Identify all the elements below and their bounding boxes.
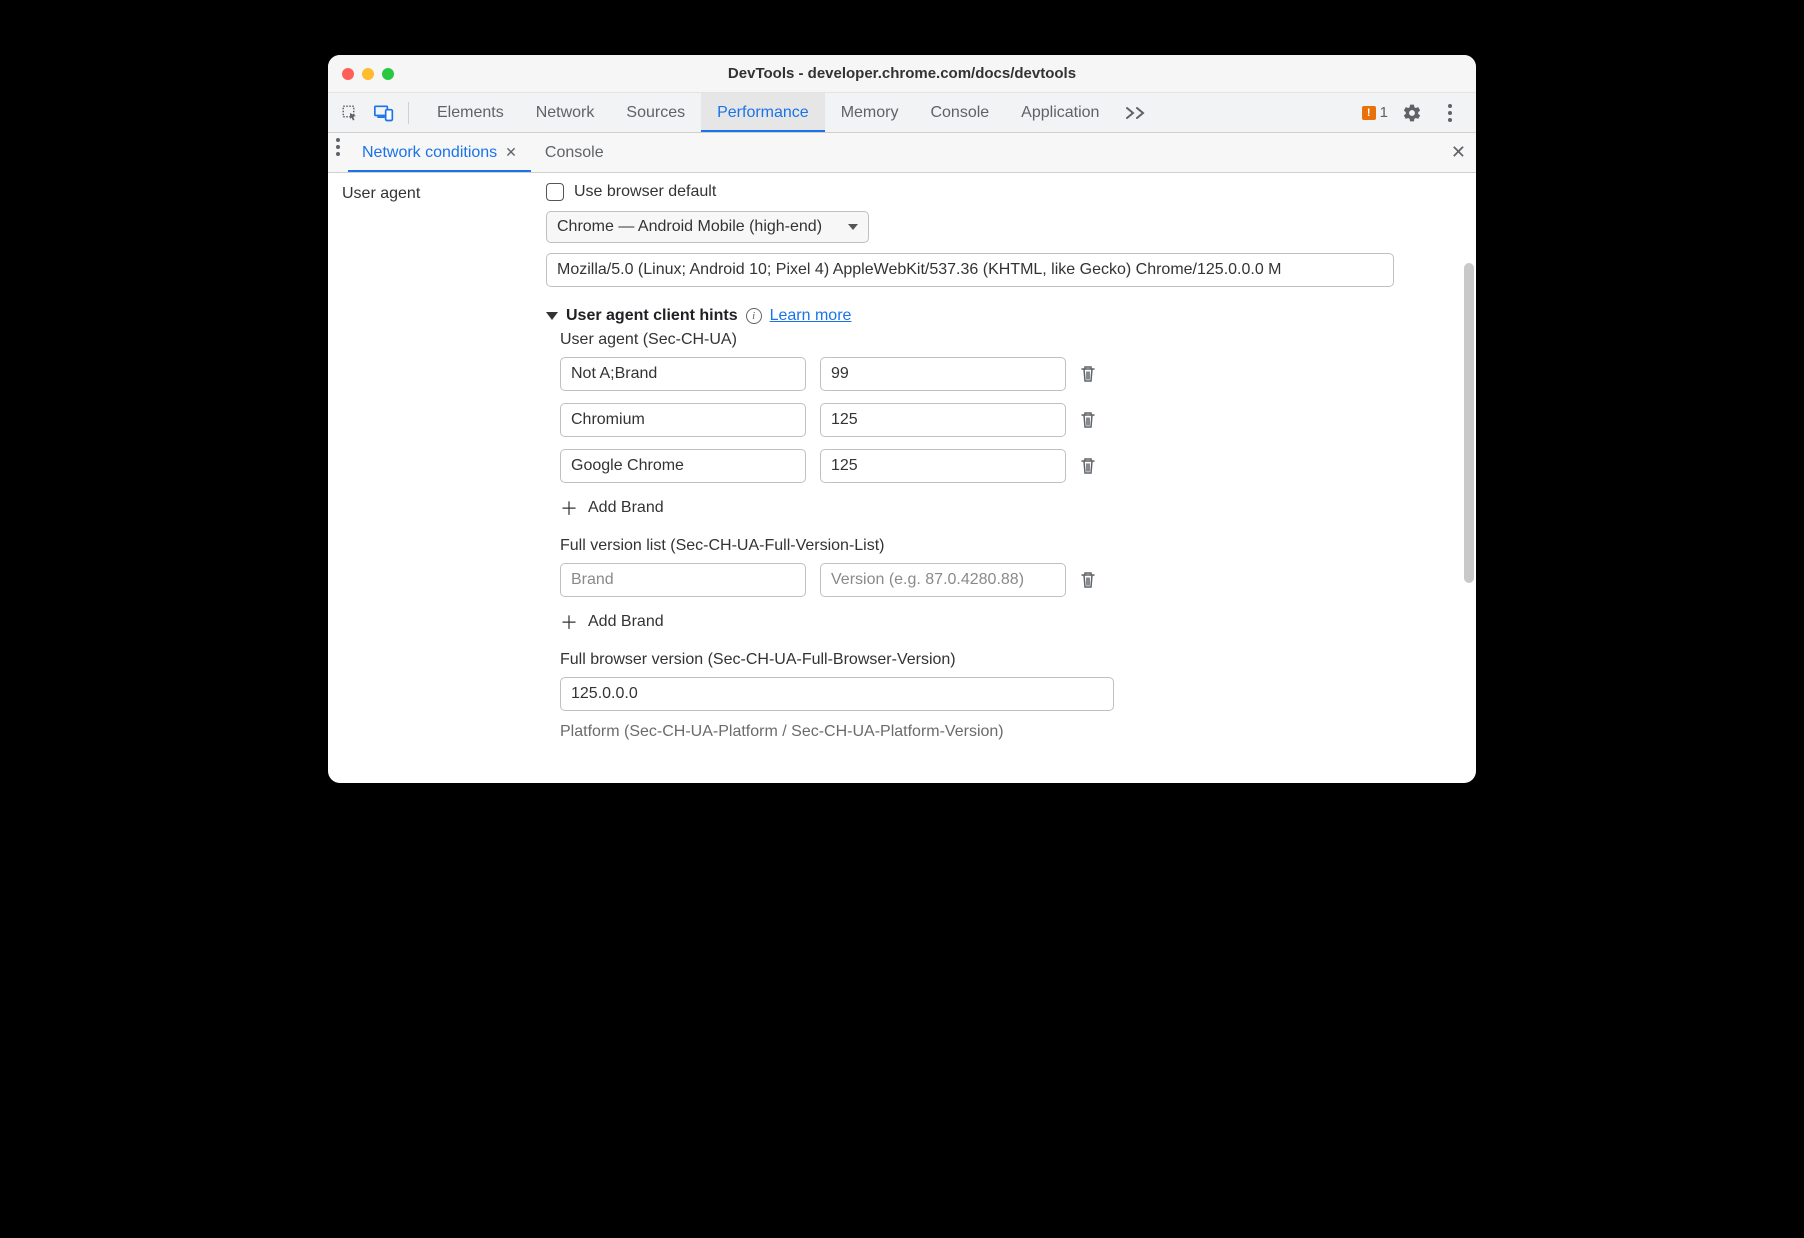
sec-ch-ua-label: User agent (Sec-CH-UA) (560, 331, 1460, 349)
drawer-tab-network-conditions[interactable]: Network conditions ✕ (348, 133, 531, 172)
tab-network[interactable]: Network (520, 93, 611, 132)
info-icon[interactable]: i (746, 308, 762, 324)
window-controls (328, 68, 394, 80)
full-browser-version-row: 125.0.0.0 (560, 677, 1460, 711)
tab-application[interactable]: Application (1005, 93, 1115, 132)
panel-tabs: Elements Network Sources Performance Mem… (421, 93, 1350, 132)
use-browser-default-label: Use browser default (574, 183, 716, 201)
ua-preset-value: Chrome — Android Mobile (high-end) (557, 218, 822, 236)
plus-icon: ＋ (560, 609, 578, 635)
minimize-window-button[interactable] (362, 68, 374, 80)
drawer-tab-label: Network conditions (362, 144, 497, 162)
scrollbar-thumb[interactable] (1464, 263, 1474, 583)
version-input[interactable]: 125 (820, 403, 1066, 437)
disclosure-triangle-icon (546, 312, 558, 320)
delete-brand-icon[interactable] (1080, 411, 1096, 429)
full-version-row: Brand Version (e.g. 87.0.4280.88) (560, 563, 1460, 597)
drawer-tab-console[interactable]: Console (531, 133, 618, 172)
inspect-element-icon[interactable] (336, 99, 364, 127)
brand-row: Google Chrome 125 (560, 449, 1460, 483)
full-version-version-input[interactable]: Version (e.g. 87.0.4280.88) (820, 563, 1066, 597)
more-tabs-icon[interactable] (1115, 93, 1157, 132)
tab-elements[interactable]: Elements (421, 93, 520, 132)
settings-icon[interactable] (1398, 99, 1426, 127)
brand-input[interactable]: Not A;Brand (560, 357, 806, 391)
main-toolbar: Elements Network Sources Performance Mem… (328, 93, 1476, 133)
dropdown-caret-icon (848, 224, 858, 230)
add-brand-button[interactable]: ＋ Add Brand (560, 495, 1460, 521)
issues-badge[interactable]: ! 1 (1362, 104, 1388, 121)
close-window-button[interactable] (342, 68, 354, 80)
user-agent-settings: Use browser default Chrome — Android Mob… (546, 173, 1476, 783)
client-hints-title: User agent client hints (566, 307, 738, 325)
close-drawer-icon[interactable]: ✕ (1451, 133, 1466, 172)
kebab-menu-icon[interactable] (1436, 99, 1464, 127)
platform-label-cutoff: Platform (Sec-CH-UA-Platform / Sec-CH-UA… (560, 723, 1460, 741)
add-brand-label: Add Brand (588, 499, 664, 517)
add-brand-label: Add Brand (588, 613, 664, 631)
brand-input[interactable]: Google Chrome (560, 449, 806, 483)
delete-full-version-icon[interactable] (1080, 571, 1096, 589)
issues-icon: ! (1362, 106, 1376, 120)
full-browser-version-input[interactable]: 125.0.0.0 (560, 677, 1114, 711)
full-version-list-label: Full version list (Sec-CH-UA-Full-Versio… (560, 537, 1460, 555)
use-browser-default-checkbox[interactable] (546, 183, 564, 201)
version-input[interactable]: 125 (820, 449, 1066, 483)
drawer-tab-label: Console (545, 144, 604, 162)
full-version-brand-input[interactable]: Brand (560, 563, 806, 597)
brand-row: Chromium 125 (560, 403, 1460, 437)
drawer-menu-icon[interactable] (328, 133, 348, 161)
drawer-tabs: Network conditions ✕ Console ✕ (328, 133, 1476, 173)
tab-console[interactable]: Console (914, 93, 1005, 132)
devtools-window: DevTools - developer.chrome.com/docs/dev… (328, 55, 1476, 783)
titlebar: DevTools - developer.chrome.com/docs/dev… (328, 55, 1476, 93)
learn-more-link[interactable]: Learn more (770, 307, 852, 325)
window-title: DevTools - developer.chrome.com/docs/dev… (328, 65, 1476, 82)
add-full-version-brand-button[interactable]: ＋ Add Brand (560, 609, 1460, 635)
version-input[interactable]: 99 (820, 357, 1066, 391)
network-conditions-panel: User agent Use browser default Chrome — … (328, 173, 1476, 783)
tab-performance[interactable]: Performance (701, 93, 825, 132)
section-label: User agent (328, 173, 546, 783)
device-toolbar-icon[interactable] (370, 99, 398, 127)
full-browser-version-label: Full browser version (Sec-CH-UA-Full-Bro… (560, 651, 1460, 669)
client-hints-section-header[interactable]: User agent client hints i Learn more (546, 307, 1460, 325)
tab-sources[interactable]: Sources (610, 93, 701, 132)
close-tab-icon[interactable]: ✕ (505, 144, 517, 161)
plus-icon: ＋ (560, 495, 578, 521)
delete-brand-icon[interactable] (1080, 457, 1096, 475)
brand-input[interactable]: Chromium (560, 403, 806, 437)
tab-memory[interactable]: Memory (825, 93, 915, 132)
delete-brand-icon[interactable] (1080, 365, 1096, 383)
ua-string-input[interactable]: Mozilla/5.0 (Linux; Android 10; Pixel 4)… (546, 253, 1394, 287)
issues-count: 1 (1380, 104, 1388, 121)
brand-row: Not A;Brand 99 (560, 357, 1460, 391)
fullscreen-window-button[interactable] (382, 68, 394, 80)
ua-preset-select[interactable]: Chrome — Android Mobile (high-end) (546, 211, 869, 243)
